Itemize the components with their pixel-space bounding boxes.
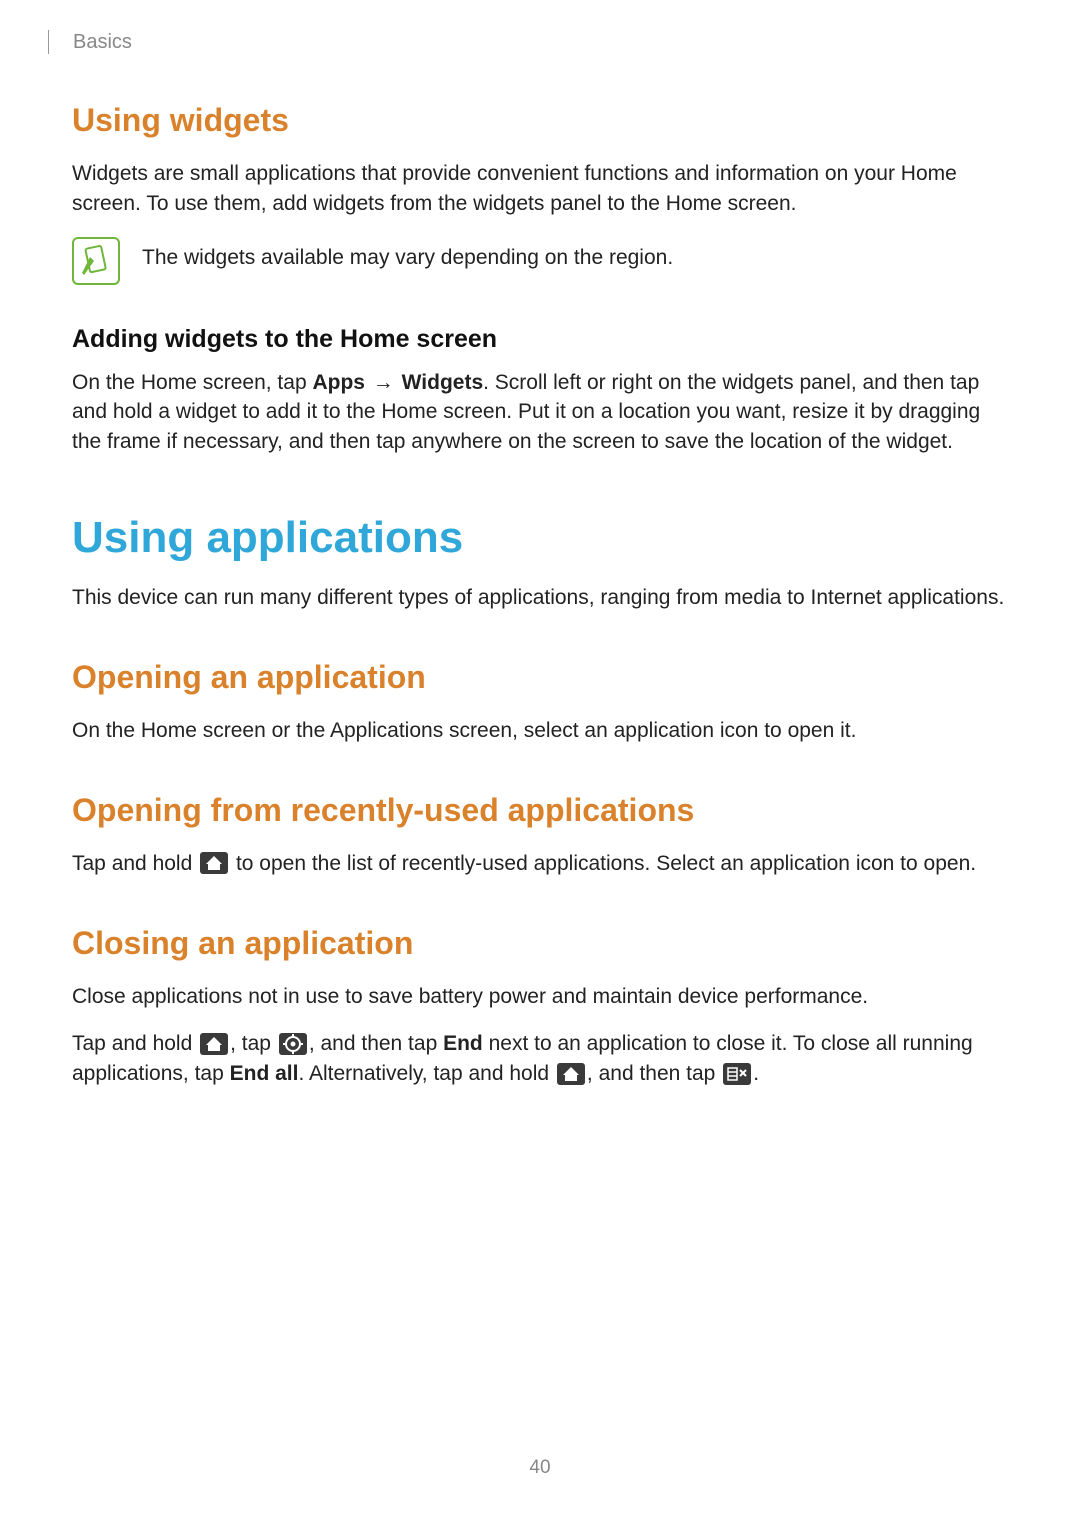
home-icon <box>557 1063 585 1085</box>
bold-widgets: Widgets <box>402 371 483 394</box>
home-icon <box>200 1033 228 1055</box>
task-manager-icon <box>279 1033 307 1055</box>
bold-end-all: End all <box>230 1062 299 1085</box>
heading-closing-app: Closing an application <box>72 925 1005 962</box>
heading-using-applications: Using applications <box>72 513 1005 563</box>
close-all-icon <box>723 1063 751 1085</box>
text-fragment: , and then tap <box>309 1032 443 1055</box>
text-fragment: Tap and hold <box>72 852 198 875</box>
text-fragment: . Alternatively, tap and hold <box>298 1062 554 1085</box>
text-fragment: . <box>753 1062 759 1085</box>
paragraph-adding-widgets: On the Home screen, tap Apps → Widgets. … <box>72 368 1005 457</box>
heading-opening-app: Opening an application <box>72 659 1005 696</box>
text-fragment: to open the list of recently-used applic… <box>230 852 976 875</box>
text-fragment: , tap <box>230 1032 277 1055</box>
note-text: The widgets available may vary depending… <box>142 237 673 273</box>
arrow-icon: → <box>365 371 402 394</box>
paragraph-closing-steps: Tap and hold , tap , and then tap End ne… <box>72 1029 1005 1089</box>
paragraph-widgets-intro: Widgets are small applications that prov… <box>72 159 1005 219</box>
bold-apps: Apps <box>312 371 365 394</box>
page-number: 40 <box>0 1457 1080 1479</box>
heading-adding-widgets: Adding widgets to the Home screen <box>72 325 1005 354</box>
bold-end: End <box>443 1032 483 1055</box>
paragraph-apps-intro: This device can run many different types… <box>72 583 1005 613</box>
heading-using-widgets: Using widgets <box>72 102 1005 139</box>
text-fragment: , and then tap <box>587 1062 721 1085</box>
paragraph-opening-app: On the Home screen or the Applications s… <box>72 716 1005 746</box>
heading-recently-used: Opening from recently-used applications <box>72 792 1005 829</box>
paragraph-recently-used: Tap and hold to open the list of recentl… <box>72 849 1005 879</box>
note-block: The widgets available may vary depending… <box>72 237 1005 285</box>
text-fragment: On the Home screen, tap <box>72 371 312 394</box>
header-rule: Basics <box>48 30 1005 54</box>
home-icon <box>200 852 228 874</box>
text-fragment: Tap and hold <box>72 1032 198 1055</box>
note-icon <box>72 237 120 285</box>
running-head: Basics <box>73 31 132 54</box>
paragraph-closing-intro: Close applications not in use to save ba… <box>72 982 1005 1012</box>
